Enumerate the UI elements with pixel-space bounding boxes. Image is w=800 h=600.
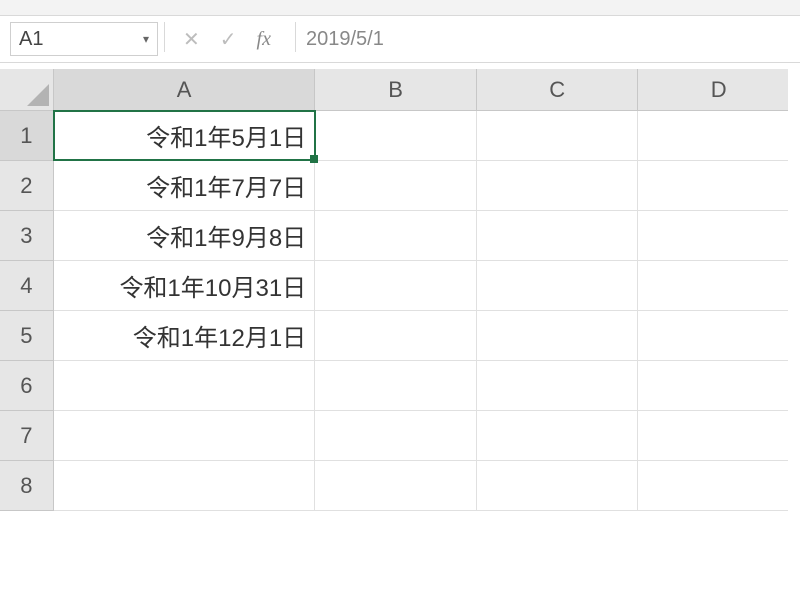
row: 1令和1年5月1日 xyxy=(0,111,800,161)
cell-C1[interactable] xyxy=(477,111,639,161)
rows-container: 1令和1年5月1日2令和1年7月7日3令和1年9月8日4令和1年10月31日5令… xyxy=(0,111,800,511)
cell-A7[interactable] xyxy=(54,411,315,461)
row-header-7[interactable]: 7 xyxy=(0,411,54,461)
cell-A8[interactable] xyxy=(54,461,315,511)
row: 7 xyxy=(0,411,800,461)
cell-B5[interactable] xyxy=(315,311,477,361)
cell-C4[interactable] xyxy=(477,261,639,311)
cancel-icon[interactable]: ✕ xyxy=(183,27,200,52)
cell-D4[interactable] xyxy=(638,261,800,311)
row-header-1[interactable]: 1 xyxy=(0,111,54,161)
cell-D5[interactable] xyxy=(638,311,800,361)
column-header-C[interactable]: C xyxy=(477,69,639,111)
row: 5令和1年12月1日 xyxy=(0,311,800,361)
row-header-3[interactable]: 3 xyxy=(0,211,54,261)
cell-B4[interactable] xyxy=(315,261,477,311)
cell-A3[interactable]: 令和1年9月8日 xyxy=(54,211,315,261)
row-header-5[interactable]: 5 xyxy=(0,311,54,361)
cell-C7[interactable] xyxy=(477,411,639,461)
cell-C5[interactable] xyxy=(477,311,639,361)
formula-bar-row: A1 ▾ ✕ ✓ fx xyxy=(0,16,800,62)
cell-D8[interactable] xyxy=(638,461,800,511)
cell-D1[interactable] xyxy=(638,111,800,161)
cell-C2[interactable] xyxy=(477,161,639,211)
chevron-down-icon[interactable]: ▾ xyxy=(143,32,149,46)
cell-C6[interactable] xyxy=(477,361,639,411)
cell-B2[interactable] xyxy=(315,161,477,211)
cell-D2[interactable] xyxy=(638,161,800,211)
cell-D3[interactable] xyxy=(638,211,800,261)
cell-A6[interactable] xyxy=(54,361,315,411)
column-header-D[interactable]: D xyxy=(638,69,800,111)
row: 6 xyxy=(0,361,800,411)
cell-B8[interactable] xyxy=(315,461,477,511)
cell-A1[interactable]: 令和1年5月1日 xyxy=(54,111,315,161)
right-fade xyxy=(788,69,800,511)
row-header-4[interactable]: 4 xyxy=(0,261,54,311)
cell-B7[interactable] xyxy=(315,411,477,461)
cell-D7[interactable] xyxy=(638,411,800,461)
cell-D6[interactable] xyxy=(638,361,800,411)
cell-C3[interactable] xyxy=(477,211,639,261)
row: 4令和1年10月31日 xyxy=(0,261,800,311)
cell-A5[interactable]: 令和1年12月1日 xyxy=(54,311,315,361)
cell-A2[interactable]: 令和1年7月7日 xyxy=(54,161,315,211)
ribbon-strip xyxy=(0,0,800,16)
select-all-corner[interactable] xyxy=(0,69,54,111)
row-header-8[interactable]: 8 xyxy=(0,461,54,511)
row-header-2[interactable]: 2 xyxy=(0,161,54,211)
row: 3令和1年9月8日 xyxy=(0,211,800,261)
confirm-icon[interactable]: ✓ xyxy=(220,27,237,52)
formula-input[interactable] xyxy=(296,22,790,56)
row-header-6[interactable]: 6 xyxy=(0,361,54,411)
column-header-B[interactable]: B xyxy=(315,69,477,111)
column-headers: ABCD xyxy=(54,69,800,111)
cell-C8[interactable] xyxy=(477,461,639,511)
row: 2令和1年7月7日 xyxy=(0,161,800,211)
cell-B6[interactable] xyxy=(315,361,477,411)
column-header-A[interactable]: A xyxy=(54,69,315,111)
formula-bar-controls: ✕ ✓ fx xyxy=(165,22,289,56)
cell-A4[interactable]: 令和1年10月31日 xyxy=(54,261,315,311)
worksheet[interactable]: ABCD 1令和1年5月1日2令和1年7月7日3令和1年9月8日4令和1年10月… xyxy=(0,69,800,511)
cell-B3[interactable] xyxy=(315,211,477,261)
fx-icon[interactable]: fx xyxy=(257,28,271,51)
name-box-ref: A1 xyxy=(19,28,43,51)
cell-B1[interactable] xyxy=(315,111,477,161)
row: 8 xyxy=(0,461,800,511)
name-box[interactable]: A1 ▾ xyxy=(10,22,158,56)
